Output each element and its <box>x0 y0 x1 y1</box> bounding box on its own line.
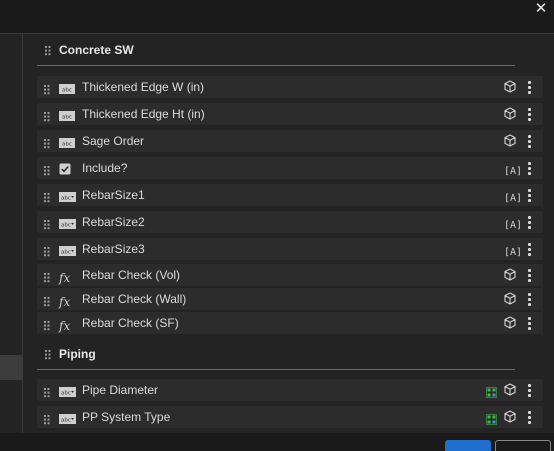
svg-text:abc: abc <box>62 88 72 94</box>
cube-icon[interactable] <box>504 292 516 305</box>
bracket-a-icon[interactable]: [A] <box>504 215 522 231</box>
property-row[interactable]: abc RebarSize2 [A] <box>37 211 543 233</box>
property-label: RebarSize1 <box>82 188 145 202</box>
cube-icon[interactable] <box>504 134 516 147</box>
dropdown-field-icon: abc <box>59 189 76 207</box>
property-row[interactable]: fx Rebar Check (Wall) <box>37 288 543 310</box>
cube-icon[interactable] <box>504 316 516 329</box>
svg-text:abc: abc <box>62 142 72 148</box>
property-row[interactable]: fx Rebar Check (Vol) <box>37 264 543 286</box>
drag-handle-icon[interactable] <box>44 190 50 203</box>
more-options-icon[interactable] <box>523 160 535 176</box>
section-header[interactable]: Piping <box>37 338 515 370</box>
property-row[interactable]: abc RebarSize1 [A] <box>37 184 543 206</box>
svg-text:abc: abc <box>61 196 71 202</box>
more-options-icon[interactable] <box>523 79 535 95</box>
dropdown-field-icon: abc <box>59 243 76 261</box>
drag-handle-icon[interactable] <box>44 412 50 425</box>
property-row[interactable]: abc Thickened Edge Ht (in) <box>37 103 543 125</box>
drag-handle-icon[interactable] <box>44 270 50 283</box>
property-row[interactable]: Include? [A] <box>37 157 543 179</box>
property-row[interactable]: fx Rebar Check (SF) <box>37 312 543 334</box>
drag-handle-icon[interactable] <box>44 244 50 257</box>
more-options-icon[interactable] <box>523 214 535 230</box>
dropdown-field-icon: abc <box>59 384 76 402</box>
drag-handle-icon[interactable] <box>44 109 50 122</box>
svg-text:abc: abc <box>61 223 71 229</box>
property-label: Pipe Diameter <box>82 383 159 397</box>
dropdown-field-icon: abc <box>59 411 76 429</box>
primary-button[interactable] <box>445 440 491 451</box>
close-icon[interactable]: ✕ <box>534 1 548 17</box>
bracket-a-icon[interactable]: [A] <box>504 242 522 258</box>
property-label: RebarSize2 <box>82 215 145 229</box>
cube-icon[interactable] <box>504 80 516 93</box>
property-label: PP System Type <box>82 410 171 424</box>
cube-icon[interactable] <box>504 410 516 423</box>
svg-text:abc: abc <box>62 115 72 121</box>
drag-handle-icon[interactable] <box>44 82 50 95</box>
more-options-icon[interactable] <box>523 133 535 149</box>
drag-handle-icon[interactable] <box>44 217 50 230</box>
properties-panel: Concrete SW abc Thickened Edge W (in) abc Th… <box>23 33 554 433</box>
left-selected-item[interactable] <box>0 355 22 380</box>
section-title: Concrete SW <box>59 43 134 57</box>
text-field-icon: abc <box>59 108 75 126</box>
property-row[interactable]: abc Pipe Diameter <box>37 379 543 401</box>
cube-icon[interactable] <box>504 107 516 120</box>
dropdown-field-icon: abc <box>59 216 76 234</box>
drag-handle-icon[interactable] <box>45 347 51 360</box>
property-label: Rebar Check (SF) <box>82 316 179 330</box>
property-row[interactable]: abc PP System Type <box>37 406 543 428</box>
svg-text:abc: abc <box>61 418 71 424</box>
left-list-pane <box>0 33 23 433</box>
drag-handle-icon[interactable] <box>44 385 50 398</box>
more-options-icon[interactable] <box>523 291 535 307</box>
text-field-icon: abc <box>59 135 75 153</box>
more-options-icon[interactable] <box>523 106 535 122</box>
property-label: Rebar Check (Vol) <box>82 268 181 282</box>
property-row[interactable]: abc Sage Order <box>37 130 543 152</box>
svg-text:abc: abc <box>61 250 71 256</box>
drag-handle-icon[interactable] <box>45 43 51 56</box>
fx-icon: fx <box>59 271 71 285</box>
property-label: Thickened Edge W (in) <box>82 80 205 94</box>
section-title: Piping <box>59 347 96 361</box>
fx-icon: fx <box>59 319 71 333</box>
property-row[interactable]: abc RebarSize3 [A] <box>37 238 543 260</box>
text-field-icon: abc <box>59 81 75 99</box>
svg-text:abc: abc <box>61 391 71 397</box>
property-label: Include? <box>82 161 128 175</box>
bracket-a-icon[interactable]: [A] <box>504 161 522 177</box>
property-label: Thickened Edge Ht (in) <box>82 107 205 121</box>
bracket-a-icon[interactable]: [A] <box>504 188 522 204</box>
drag-handle-icon[interactable] <box>44 163 50 176</box>
section-header[interactable]: Concrete SW <box>37 34 515 66</box>
cube-icon[interactable] <box>504 383 516 396</box>
linked-grid-icon[interactable] <box>486 412 497 425</box>
property-label: RebarSize3 <box>82 242 145 256</box>
more-options-icon[interactable] <box>523 187 535 203</box>
fx-icon: fx <box>59 295 71 309</box>
more-options-icon[interactable] <box>523 315 535 331</box>
more-options-icon[interactable] <box>523 382 535 398</box>
dialog-top-bar: ✕ <box>0 0 554 20</box>
drag-handle-icon[interactable] <box>44 136 50 149</box>
more-options-icon[interactable] <box>523 267 535 283</box>
property-row[interactable]: abc Thickened Edge W (in) <box>37 76 543 98</box>
property-label: Sage Order <box>82 134 145 148</box>
checkbox-icon <box>59 162 71 180</box>
drag-handle-icon[interactable] <box>44 318 50 331</box>
secondary-button[interactable] <box>495 440 551 451</box>
drag-handle-icon[interactable] <box>44 294 50 307</box>
more-options-icon[interactable] <box>523 409 535 425</box>
cube-icon[interactable] <box>504 268 516 281</box>
property-label: Rebar Check (Wall) <box>82 292 187 306</box>
more-options-icon[interactable] <box>523 241 535 257</box>
linked-grid-icon[interactable] <box>486 385 497 398</box>
